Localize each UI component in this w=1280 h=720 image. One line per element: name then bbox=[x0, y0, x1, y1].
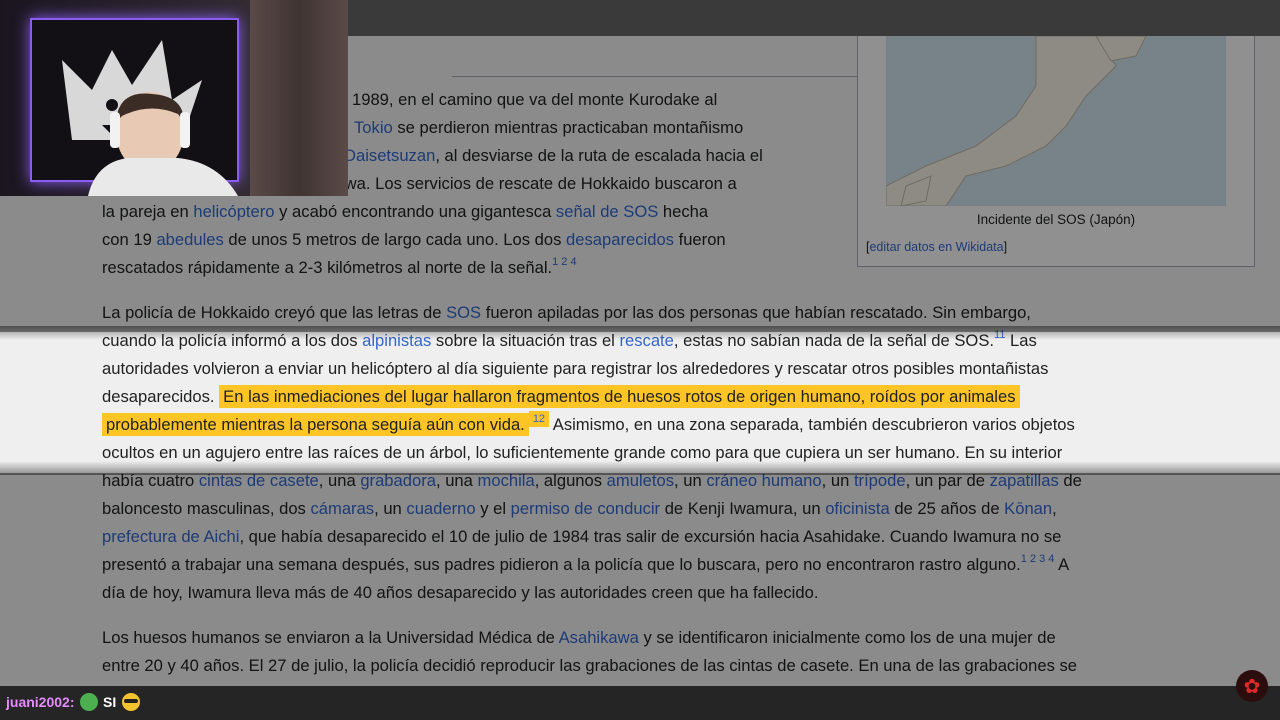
text-span: La policía de Hokkaido creyó que las let… bbox=[102, 303, 447, 322]
text-span: y acabó encontrando una gigantesca bbox=[274, 202, 556, 221]
article-link[interactable]: cuaderno bbox=[406, 499, 475, 518]
text-line: entre 20 y 40 años. El 27 de julio, la p… bbox=[102, 652, 1252, 680]
sunglasses-emote-icon bbox=[122, 693, 140, 711]
text-span: fueron bbox=[673, 230, 726, 249]
channel-logo-icon: ✿ bbox=[1236, 670, 1268, 702]
paragraph-3: Los huesos humanos se enviaron a la Univ… bbox=[102, 624, 1252, 680]
text-span: A bbox=[1054, 555, 1070, 574]
text-span: hecha bbox=[658, 202, 709, 221]
article-link[interactable]: oficinista bbox=[825, 499, 890, 518]
text-line: autoridades volvieron a enviar un helicó… bbox=[102, 355, 1252, 383]
article-link[interactable]: señal de SOS bbox=[556, 202, 658, 221]
text-line: día de hoy, Iwamura lleva más de 40 años… bbox=[102, 579, 1252, 607]
text-span: En las inmediaciones del lugar hallaron … bbox=[219, 385, 1020, 408]
article-link[interactable]: Kōnan bbox=[1004, 499, 1052, 518]
location-map[interactable] bbox=[885, 35, 1226, 207]
article-link[interactable]: prefectura de Aichi bbox=[102, 527, 239, 546]
article-link[interactable]: abedules bbox=[156, 230, 223, 249]
text-span: rescatados rápidamente a 2-3 kilómetros … bbox=[102, 258, 553, 277]
spotlight-edge-top bbox=[0, 326, 1280, 340]
article-link[interactable]: cámaras bbox=[310, 499, 374, 518]
reference-link[interactable]: 12 bbox=[528, 411, 550, 427]
text-span: desaparecidos. bbox=[102, 387, 220, 406]
text-span: con 19 bbox=[102, 230, 157, 249]
text-line: la pareja en helicóptero y acabó encontr… bbox=[102, 198, 842, 226]
article-link[interactable]: Asahikawa bbox=[559, 628, 639, 647]
reference-link[interactable]: 1 2 4 bbox=[552, 256, 576, 268]
text-span: y el bbox=[475, 499, 511, 518]
paragraph-2: La policía de Hokkaido creyó que las let… bbox=[102, 299, 1252, 607]
infobox: Incidente del SOS (Japón) [editar datos … bbox=[857, 35, 1255, 267]
webcam-overlay bbox=[0, 0, 348, 196]
text-span: Los huesos humanos se enviaron a la Univ… bbox=[102, 628, 559, 647]
wikidata-edit-link[interactable]: editar datos en Wikidata bbox=[869, 240, 1003, 254]
text-span: fueron apiladas por las dos personas que… bbox=[481, 303, 1031, 322]
text-line: rescatados rápidamente a 2-3 kilómetros … bbox=[102, 254, 842, 282]
webcam-curtain bbox=[250, 0, 348, 196]
chat-message-bar: juani2002: SI bbox=[0, 686, 1280, 720]
text-line: desaparecidos. En las inmediaciones del … bbox=[102, 383, 1252, 411]
article-link[interactable]: SOS bbox=[446, 303, 481, 322]
text-span: se perdieron mientras practicaban montañ… bbox=[392, 118, 744, 137]
text-span: día de hoy, Iwamura lleva más de 40 años… bbox=[102, 583, 819, 602]
frog-emote-icon bbox=[80, 693, 98, 711]
article-link[interactable]: Tokio bbox=[354, 118, 393, 137]
spotlight-edge-bottom bbox=[0, 461, 1280, 475]
japan-map-graphic bbox=[885, 35, 1226, 207]
text-line: baloncesto masculinas, dos cámaras, un c… bbox=[102, 495, 1252, 523]
article-link[interactable]: helicóptero bbox=[193, 202, 274, 221]
text-span: entre 20 y 40 años. El 27 de julio, la p… bbox=[102, 656, 1078, 675]
text-line: presentó a trabajar una semana después, … bbox=[102, 551, 1252, 579]
chat-username[interactable]: juani2002: bbox=[6, 694, 74, 710]
text-span: probablemente mientras la persona seguía… bbox=[102, 413, 529, 436]
text-span: ugawa. Los servicios de rescate de Hokka… bbox=[317, 174, 737, 193]
text-span: presentó a trabajar una semana después, … bbox=[102, 555, 1021, 574]
text-span: , al desviarse de la ruta de escalada ha… bbox=[435, 146, 763, 165]
text-line: La policía de Hokkaido creyó que las let… bbox=[102, 299, 1252, 327]
text-span: de unos 5 metros de largo cada uno. Los … bbox=[223, 230, 567, 249]
text-span: Asimismo, en una zona separada, también … bbox=[549, 415, 1075, 434]
article-link[interactable]: permiso de conducir bbox=[511, 499, 660, 518]
text-line: con 19 abedules de unos 5 metros de larg… bbox=[102, 226, 842, 254]
text-span: de 25 años de bbox=[889, 499, 1005, 518]
text-span: , que había desaparecido el 10 de julio … bbox=[239, 527, 1062, 546]
text-span: de Kenji Iwamura, un bbox=[660, 499, 826, 518]
text-line: probablemente mientras la persona seguía… bbox=[102, 411, 1252, 439]
article-link[interactable]: Daisetsuzan bbox=[344, 146, 435, 165]
text-line: Los huesos humanos se enviaron a la Univ… bbox=[102, 624, 1252, 652]
text-span: autoridades volvieron a enviar un helicó… bbox=[102, 359, 1049, 378]
text-span: , un bbox=[374, 499, 407, 518]
text-span: 1989, en el camino que va del monte Kuro… bbox=[352, 90, 718, 109]
reference-link[interactable]: 1 2 3 4 bbox=[1021, 553, 1055, 565]
article-link[interactable]: desaparecidos bbox=[566, 230, 674, 249]
text-span: y se identificaron inicialmente como los… bbox=[638, 628, 1056, 647]
text-span: , bbox=[1052, 499, 1057, 518]
text-span: baloncesto masculinas, dos bbox=[102, 499, 311, 518]
wikidata-edit: [editar datos en Wikidata] bbox=[866, 240, 1008, 254]
text-line: prefectura de Aichi, que había desaparec… bbox=[102, 523, 1252, 551]
chat-message-text: SI bbox=[103, 694, 117, 710]
text-span: ocultos en un agujero entre las raíces d… bbox=[102, 443, 1063, 462]
text-span: la pareja en bbox=[102, 202, 194, 221]
streamer-figure bbox=[88, 92, 238, 196]
map-caption: Incidente del SOS (Japón) bbox=[976, 212, 1136, 227]
